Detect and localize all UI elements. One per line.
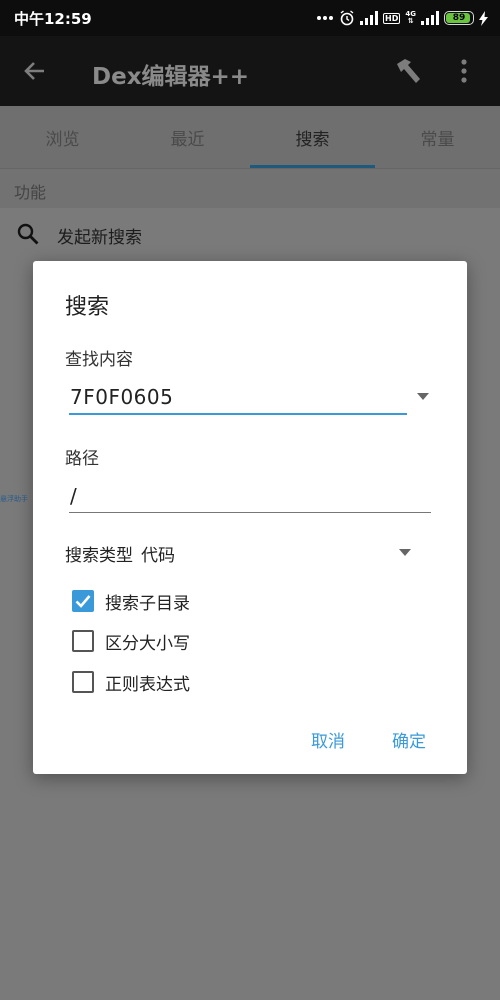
status-bar: 中午12:59 HD 4G ⇅ 89 [0,0,500,36]
signal-icon [360,11,379,25]
section-header-label: 功能 [14,183,47,202]
search-icon [17,223,39,245]
app-bar: Dex编辑器++ [0,36,500,106]
find-content-label: 查找内容 [65,350,133,370]
search-type-select[interactable]: 搜索类型 代码 [65,541,415,571]
regex-checkbox[interactable] [72,671,94,693]
tab-browse[interactable]: 浏览 [0,106,125,168]
tab-constants[interactable]: 常量 [375,106,500,168]
dialog-title: 搜索 [65,295,110,320]
new-search-item[interactable]: 发起新搜索 [0,212,500,256]
path-label: 路径 [65,449,99,469]
search-type-dropdown-icon[interactable] [399,549,411,556]
app-title: Dex编辑器++ [92,64,250,90]
alarm-icon [340,10,354,26]
tab-search[interactable]: 搜索 [250,106,375,168]
subdirs-label: 搜索子目录 [105,593,190,614]
checkbox-row-case[interactable]: 区分大小写 [72,628,190,654]
cancel-button[interactable]: 取消 [311,727,345,752]
ok-button[interactable]: 确定 [392,727,426,752]
case-sensitive-label: 区分大小写 [105,633,190,654]
battery-icon: 89 [444,11,474,25]
search-dialog: 搜索 查找内容 路径 搜索类型代码 搜索子目录 区分大小写 正则表达式 取消 确… [33,261,467,774]
search-type-label: 搜索类型 [65,546,133,566]
path-input[interactable] [69,479,431,513]
section-header: 功能 [0,168,500,208]
checkmark-icon [75,595,91,608]
regex-label: 正则表达式 [105,674,190,695]
find-history-dropdown-icon[interactable] [417,393,429,400]
find-content-input[interactable] [69,381,407,415]
network-type: 4G ⇅ [405,10,416,25]
signal-icon-2 [421,11,439,25]
new-search-label: 发起新搜索 [57,228,142,248]
back-arrow-icon[interactable] [22,58,48,84]
more-dots-icon [317,16,334,20]
subdirs-checkbox[interactable] [72,590,94,612]
tab-recent[interactable]: 最近 [125,106,250,168]
hd-badge: HD [383,12,401,24]
more-vert-icon[interactable] [460,58,468,84]
checkbox-row-subdirs[interactable]: 搜索子目录 [72,588,190,614]
status-icons: HD 4G ⇅ 89 [316,7,488,29]
hammer-icon[interactable] [394,58,424,86]
floating-assistant-tag[interactable]: 悬浮助手 [0,494,28,504]
status-time: 中午12:59 [14,10,92,28]
search-type-value: 代码 [141,546,175,566]
tab-bar: 浏览 最近 搜索 常量 [0,106,500,168]
checkbox-row-regex[interactable]: 正则表达式 [72,669,190,695]
case-sensitive-checkbox[interactable] [72,630,94,652]
charging-icon [479,10,488,26]
